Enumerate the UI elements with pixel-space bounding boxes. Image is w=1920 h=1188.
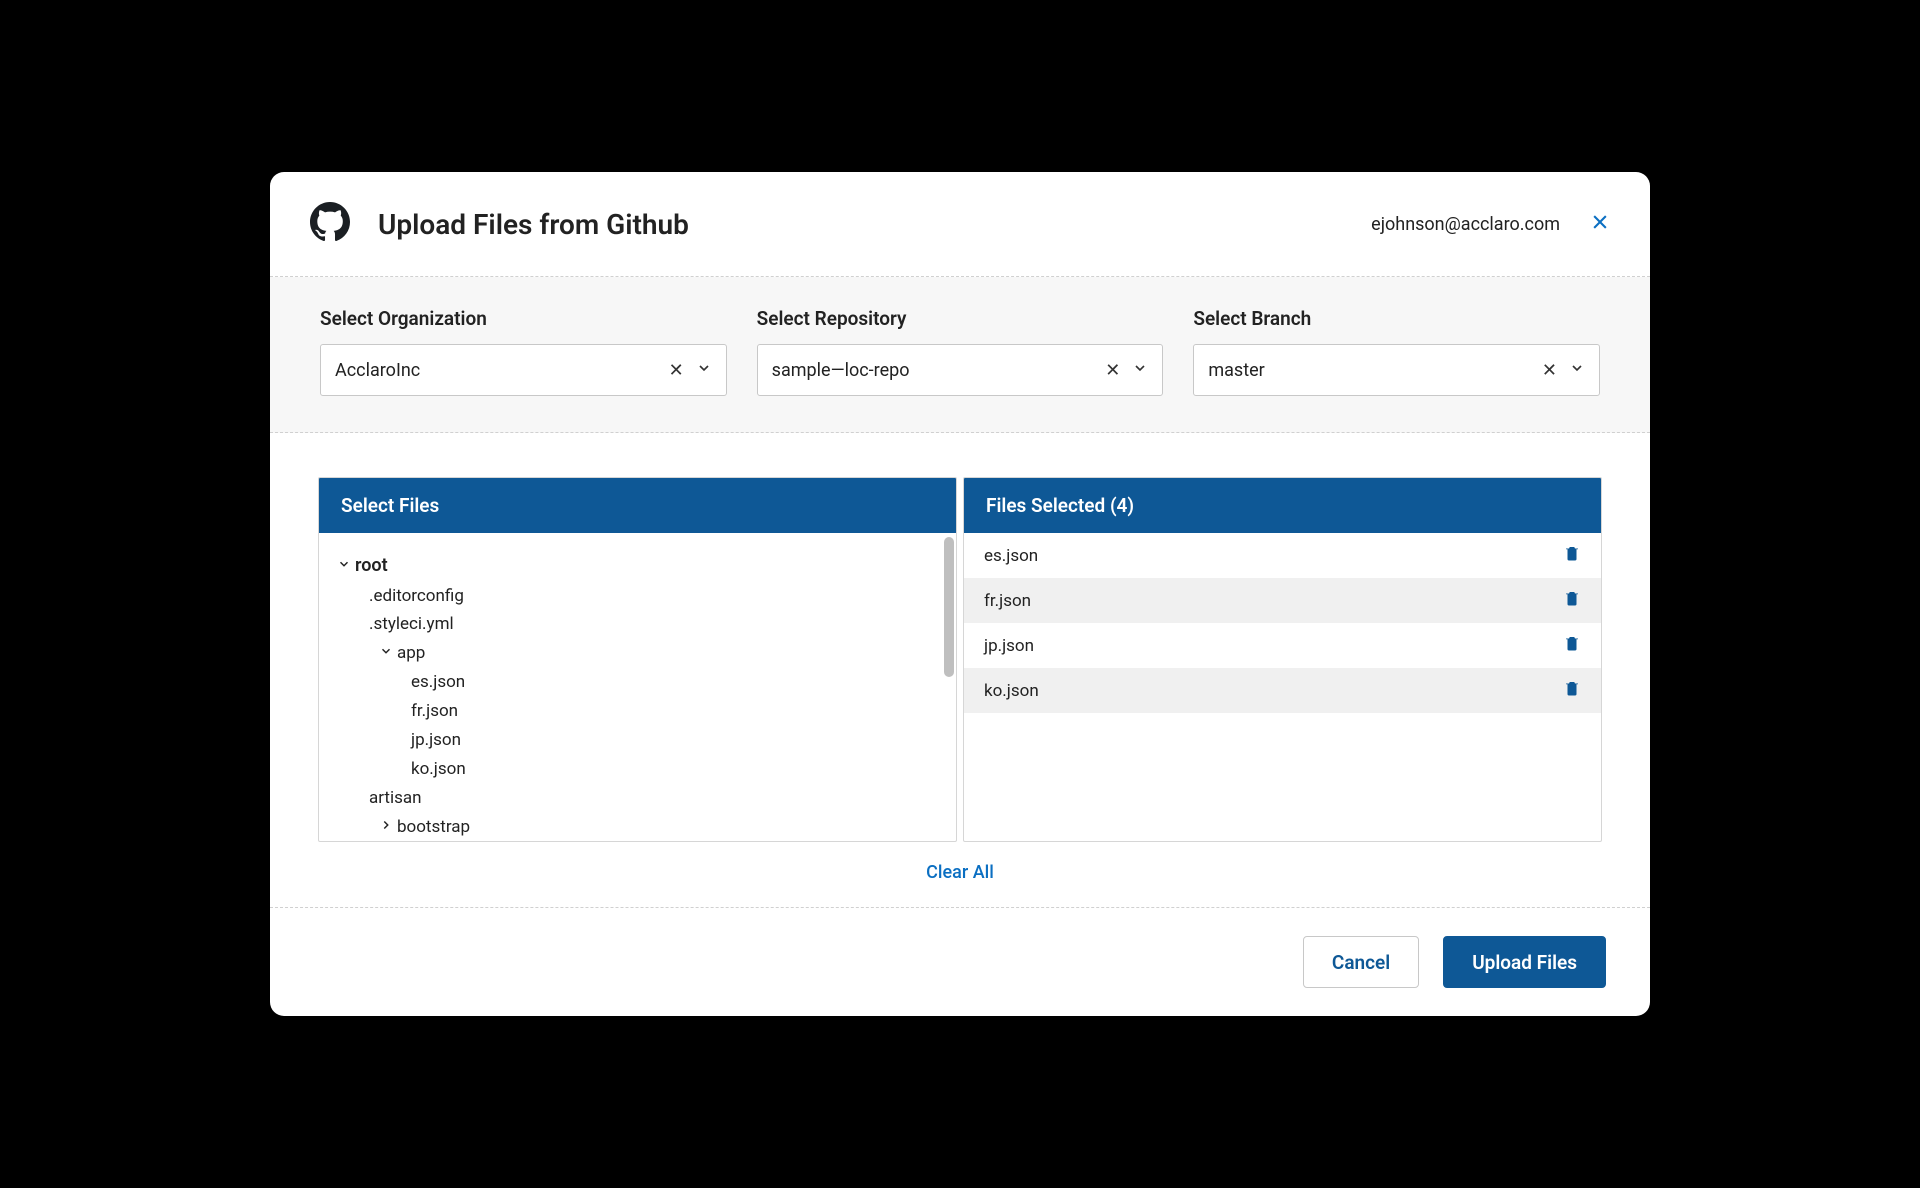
modal-footer: Cancel Upload Files [270, 907, 1650, 1016]
select-files-header: Select Files [319, 478, 956, 533]
tree-item-label: fr.json [411, 697, 458, 726]
clear-branch-icon[interactable]: ✕ [1538, 360, 1561, 381]
branch-select[interactable]: master ✕ [1193, 344, 1600, 396]
tree-item-label: artisan [369, 784, 422, 813]
clear-organization-icon[interactable]: ✕ [665, 360, 688, 381]
file-panels: Select Files root.editorconfig.styleci.y… [270, 433, 1650, 854]
tree-item-label: .editorconfig [369, 582, 464, 611]
branch-value: master [1208, 360, 1530, 381]
tree-item-label: jp.json [411, 726, 461, 755]
tree-item-label: bootstrap [397, 813, 470, 841]
tree-root-label: root [355, 551, 388, 582]
tree-file[interactable]: jp.json [337, 726, 938, 755]
tree-file[interactable]: ko.json [337, 755, 938, 784]
file-tree: root.editorconfig.styleci.ymlappes.jsonf… [319, 533, 956, 841]
selected-files-list: es.json fr.json jp.json ko.json [964, 533, 1601, 841]
header-left: Upload Files from Github [310, 202, 689, 246]
tree-item-label: app [397, 639, 425, 668]
scrollbar-track[interactable] [942, 533, 956, 841]
clear-all-button[interactable]: Clear All [926, 862, 994, 883]
chevron-down-icon[interactable] [1132, 360, 1148, 380]
selected-file-row: fr.json [964, 578, 1601, 623]
organization-value: AcclaroInc [335, 360, 657, 381]
chevron-down-icon[interactable] [696, 360, 712, 380]
selected-file-row: jp.json [964, 623, 1601, 668]
selected-file-name: es.json [984, 546, 1038, 566]
tree-item-label: es.json [411, 668, 465, 697]
selected-files-header: Files Selected (4) [964, 478, 1601, 533]
branch-label: Select Branch [1193, 307, 1600, 330]
selected-file-name: fr.json [984, 591, 1031, 611]
repository-select[interactable]: sample—loc-repo ✕ [757, 344, 1164, 396]
selector-row: Select Organization AcclaroInc ✕ Select … [270, 277, 1650, 433]
trash-icon[interactable] [1563, 543, 1581, 568]
organization-select[interactable]: AcclaroInc ✕ [320, 344, 727, 396]
clear-all-row: Clear All [270, 854, 1650, 907]
tree-file[interactable]: es.json [337, 668, 938, 697]
selected-file-row: ko.json [964, 668, 1601, 713]
file-tree-scroll[interactable]: root.editorconfig.styleci.ymlappes.jsonf… [319, 533, 956, 841]
upload-files-button[interactable]: Upload Files [1443, 936, 1606, 988]
github-icon [310, 202, 350, 246]
selected-file-name: ko.json [984, 681, 1039, 701]
header-right: ejohnson@acclaro.com [1371, 212, 1610, 236]
modal-title: Upload Files from Github [378, 208, 689, 241]
trash-icon[interactable] [1563, 678, 1581, 703]
tree-item-label: ko.json [411, 755, 466, 784]
chevron-down-icon [337, 551, 351, 582]
trash-icon[interactable] [1563, 588, 1581, 613]
tree-root[interactable]: root [337, 551, 938, 582]
chevron-right-icon [379, 813, 393, 841]
github-upload-modal: Upload Files from Github ejohnson@acclar… [270, 172, 1650, 1016]
clear-repository-icon[interactable]: ✕ [1101, 360, 1124, 381]
tree-file[interactable]: .styleci.yml [337, 610, 938, 639]
tree-file[interactable]: .editorconfig [337, 582, 938, 611]
trash-icon[interactable] [1563, 633, 1581, 658]
repository-label: Select Repository [757, 307, 1164, 330]
tree-file[interactable]: artisan [337, 784, 938, 813]
selected-files-panel: Files Selected (4) es.json fr.json jp.json… [963, 477, 1602, 842]
tree-folder[interactable]: app [337, 639, 938, 668]
organization-label: Select Organization [320, 307, 727, 330]
scrollbar-thumb[interactable] [944, 537, 954, 677]
tree-item-label: .styleci.yml [369, 610, 454, 639]
repository-group: Select Repository sample—loc-repo ✕ [757, 307, 1164, 396]
chevron-down-icon[interactable] [1569, 360, 1585, 380]
select-files-panel: Select Files root.editorconfig.styleci.y… [318, 477, 957, 842]
selected-file-name: jp.json [984, 636, 1034, 656]
repository-value: sample—loc-repo [772, 360, 1094, 381]
chevron-down-icon [379, 639, 393, 668]
tree-folder[interactable]: bootstrap [337, 813, 938, 841]
modal-header: Upload Files from Github ejohnson@acclar… [270, 172, 1650, 277]
close-icon[interactable] [1590, 212, 1610, 236]
user-email: ejohnson@acclaro.com [1371, 214, 1560, 235]
branch-group: Select Branch master ✕ [1193, 307, 1600, 396]
selected-file-row: es.json [964, 533, 1601, 578]
cancel-button[interactable]: Cancel [1303, 936, 1419, 988]
organization-group: Select Organization AcclaroInc ✕ [320, 307, 727, 396]
tree-file[interactable]: fr.json [337, 697, 938, 726]
